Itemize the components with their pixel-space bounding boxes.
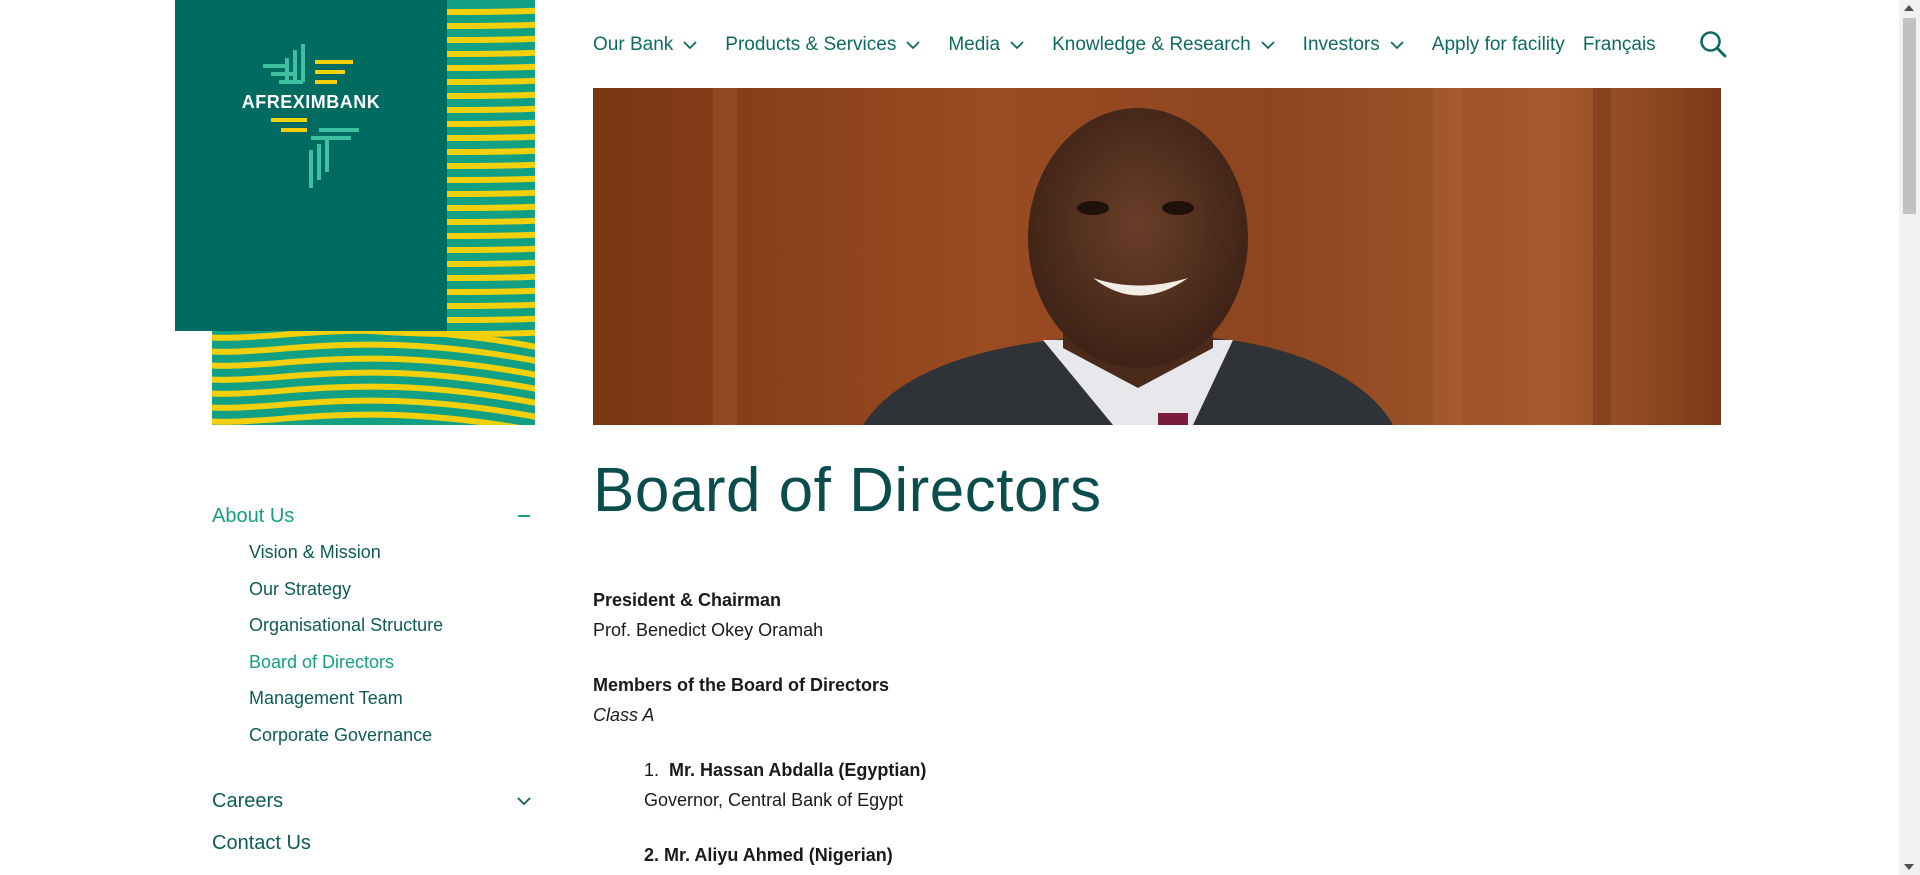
nav-item-label: Français	[1582, 34, 1656, 55]
member-number: 2.	[644, 845, 660, 865]
list-item: 1. Mr. Hassan Abdalla (Egyptian) Governo…	[593, 755, 1593, 815]
member-name: Mr. Hassan Abdalla (Egyptian)	[669, 760, 927, 780]
scroll-thumb[interactable]	[1903, 18, 1916, 214]
sidebar-item-management-team[interactable]: Management Team	[249, 680, 535, 717]
hero-image	[593, 88, 1721, 425]
portrait-photo	[593, 88, 1721, 425]
search-button[interactable]	[1699, 30, 1727, 58]
members-heading: Members of the Board of Directors	[593, 675, 890, 695]
president-heading: President & Chairman	[593, 590, 782, 610]
nav-item-media[interactable]: Media	[948, 34, 1024, 56]
sidebar-section-label: Contact Us	[212, 831, 311, 854]
nav-item-label: Our Bank	[593, 34, 674, 55]
scrollbar[interactable]	[1899, 0, 1920, 875]
scroll-down-arrow-icon[interactable]	[1904, 864, 1914, 870]
sidebar-section-careers[interactable]: Careers	[212, 785, 535, 817]
nav-item-label: Knowledge & Research	[1052, 34, 1251, 55]
member-number: 1.	[644, 760, 660, 780]
scroll-up-arrow-icon[interactable]	[1904, 5, 1914, 11]
chevron-down-icon	[1261, 41, 1275, 50]
class-label: Class A	[593, 705, 655, 725]
chevron-down-icon[interactable]	[517, 796, 531, 806]
sidebar-nav: About Us Vision & Mission Our Strategy O…	[212, 500, 535, 859]
president-name: Prof. Benedict Okey Oramah	[593, 620, 824, 640]
nav-item-our-bank[interactable]: Our Bank	[593, 34, 697, 56]
board-content: President & Chairman Prof. Benedict Okey…	[593, 585, 1593, 870]
nav-item-language[interactable]: Français	[1583, 34, 1656, 56]
brand-block: AFREXIMBANK	[175, 0, 535, 425]
collapse-icon[interactable]	[517, 509, 531, 523]
nav-item-label: Products & Services	[725, 34, 897, 55]
sidebar-section-label: About Us	[212, 504, 295, 527]
chevron-down-icon	[906, 41, 920, 50]
member-role: Governor, Central Bank of Egypt	[644, 790, 904, 810]
nav-item-knowledge-research[interactable]: Knowledge & Research	[1052, 34, 1275, 56]
sidebar-item-board-of-directors[interactable]: Board of Directors	[249, 644, 535, 681]
sidebar-item-vision-mission[interactable]: Vision & Mission	[249, 534, 535, 571]
sidebar-section-contact-us[interactable]: Contact Us	[212, 827, 535, 859]
main-nav: Our Bank Products & Services Media Knowl…	[593, 32, 1674, 58]
nav-item-products-services[interactable]: Products & Services	[725, 34, 920, 56]
afreximbank-cross-icon	[263, 44, 359, 188]
page-title: Board of Directors	[593, 456, 1102, 525]
sidebar-item-organisational-structure[interactable]: Organisational Structure	[249, 607, 535, 644]
sidebar-item-corporate-governance[interactable]: Corporate Governance	[249, 717, 535, 754]
nav-item-apply-facility[interactable]: Apply for facility	[1432, 34, 1565, 56]
chevron-down-icon	[1010, 41, 1024, 50]
nav-item-label: Apply for facility	[1431, 34, 1565, 55]
list-item: 2. Mr. Aliyu Ahmed (Nigerian)	[593, 840, 1593, 870]
logo[interactable]: AFREXIMBANK	[175, 0, 447, 331]
brand-name: AFREXIMBANK	[241, 92, 381, 112]
chevron-down-icon	[683, 41, 697, 50]
sidebar-item-our-strategy[interactable]: Our Strategy	[249, 571, 535, 608]
chevron-down-icon	[1390, 41, 1404, 50]
nav-item-label: Media	[948, 34, 1001, 55]
nav-item-investors[interactable]: Investors	[1303, 34, 1404, 56]
sidebar-subnav: Vision & Mission Our Strategy Organisati…	[212, 534, 535, 753]
member-name: Mr. Aliyu Ahmed (Nigerian)	[664, 845, 893, 865]
search-icon	[1700, 31, 1727, 58]
sidebar-section-about-us[interactable]: About Us	[212, 500, 535, 532]
sidebar-section-label: Careers	[212, 789, 284, 812]
nav-item-label: Investors	[1302, 34, 1380, 55]
